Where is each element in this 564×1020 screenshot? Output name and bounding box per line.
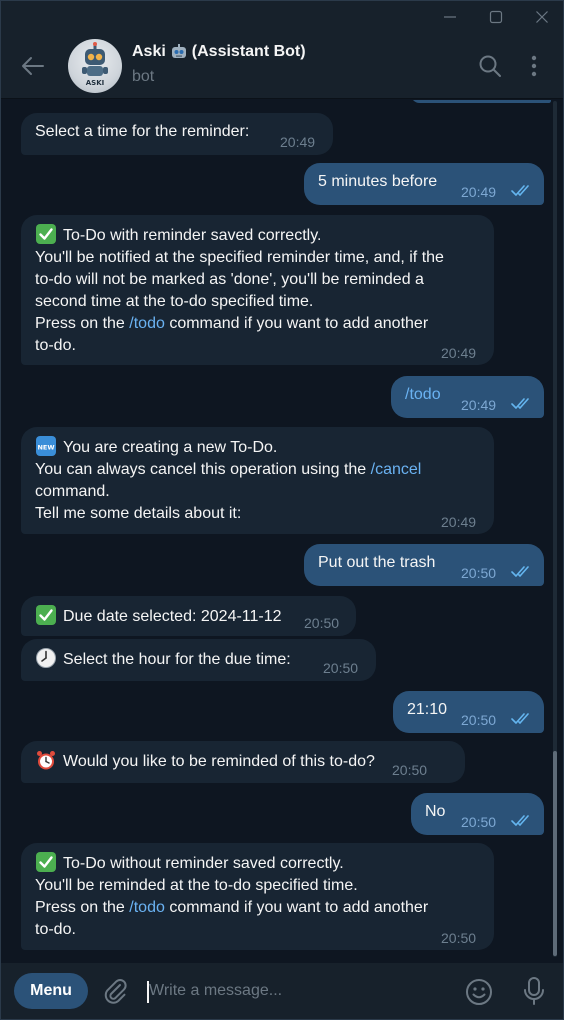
message-time: 20:49 bbox=[461, 184, 497, 200]
message-out: /todo 20:49 bbox=[391, 376, 544, 418]
message-line: command if you want to add another bbox=[164, 899, 429, 916]
message-time: 20:49 bbox=[441, 345, 477, 361]
robot-emoji-icon bbox=[171, 44, 186, 58]
read-ticks-icon bbox=[511, 398, 529, 409]
message-text: Select a time for the reminder: bbox=[35, 123, 250, 140]
message-text: Due date selected: 2024-11-12 bbox=[63, 608, 282, 625]
todo-command-link[interactable]: /todo bbox=[129, 899, 165, 916]
message-out: 5 minutes before 20:49 bbox=[304, 163, 544, 205]
message-text: Select the hour for the due time: bbox=[63, 651, 291, 668]
clock-icon bbox=[36, 648, 56, 668]
read-ticks-icon bbox=[511, 185, 529, 196]
message-text: 21:10 bbox=[407, 701, 448, 718]
message-text: Would you like to be reminded of this to… bbox=[63, 753, 375, 770]
svg-text:ASKI: ASKI bbox=[86, 79, 105, 87]
message-line: You are creating a new To-Do. bbox=[63, 439, 278, 456]
svg-text:NEW: NEW bbox=[37, 444, 54, 452]
message-line: command. bbox=[35, 483, 110, 500]
message-line: to-do. bbox=[35, 921, 76, 938]
message-line: Tell me some details about it: bbox=[35, 505, 242, 522]
message-out: No 20:50 bbox=[411, 793, 544, 835]
cancel-command-link[interactable]: /cancel bbox=[371, 461, 422, 478]
message-time: 20:50 bbox=[461, 814, 497, 830]
check-mark-icon bbox=[36, 852, 56, 872]
message-time: 20:50 bbox=[323, 660, 359, 676]
message-time: 20:50 bbox=[392, 762, 428, 778]
message-time: 20:49 bbox=[441, 514, 477, 530]
message-in: To-Do without reminder saved correctly. … bbox=[21, 843, 494, 950]
message-text: No bbox=[425, 803, 446, 820]
message-composer: Menu bbox=[1, 963, 563, 1019]
message-in: Select a time for the reminder: 20:49 bbox=[21, 113, 333, 155]
check-mark-icon bbox=[36, 605, 56, 625]
message-list[interactable]: Select a time for the reminder: 20:49 5 … bbox=[1, 100, 563, 962]
microphone-icon[interactable] bbox=[520, 976, 548, 1006]
read-ticks-icon bbox=[511, 815, 529, 826]
message-input[interactable] bbox=[149, 976, 439, 1006]
maximize-icon[interactable] bbox=[473, 1, 519, 33]
todo-command-link[interactable]: /todo bbox=[129, 315, 165, 332]
message-out-partial bbox=[411, 100, 551, 103]
new-badge-icon: NEW bbox=[36, 436, 56, 456]
read-ticks-icon bbox=[511, 713, 529, 724]
alarm-clock-icon bbox=[37, 751, 55, 770]
message-time: 20:50 bbox=[304, 615, 340, 631]
message-time: 20:50 bbox=[441, 930, 477, 946]
message-line: command if you want to add another bbox=[164, 315, 429, 332]
message-line: You can always cancel this operation usi… bbox=[35, 461, 371, 478]
title-bar bbox=[1, 1, 563, 33]
message-in: Would you like to be reminded of this to… bbox=[21, 741, 465, 783]
message-text: 5 minutes before bbox=[318, 173, 438, 190]
message-time: 20:49 bbox=[461, 397, 497, 413]
message-line: to-do. bbox=[35, 337, 76, 354]
message-line: to-do will not be marked as 'done', you'… bbox=[35, 271, 424, 288]
chat-status: bot bbox=[132, 68, 155, 85]
todo-command-link[interactable]: /todo bbox=[405, 386, 441, 403]
message-line: Press on the bbox=[35, 899, 130, 916]
message-in: Select the hour for the due time: 20:50 bbox=[21, 639, 376, 681]
back-arrow-icon[interactable] bbox=[19, 52, 47, 80]
message-in: Due date selected: 2024-11-12 20:50 bbox=[21, 596, 356, 636]
close-icon[interactable] bbox=[519, 1, 564, 33]
chat-title: Aski (Assistant Bot) bbox=[132, 43, 306, 61]
chat-title-name: Aski bbox=[132, 43, 166, 60]
minimize-icon[interactable] bbox=[427, 1, 473, 33]
message-line: To-Do without reminder saved correctly. bbox=[63, 855, 344, 872]
message-out: 21:10 20:50 bbox=[393, 691, 544, 733]
message-time: 20:49 bbox=[280, 134, 316, 150]
message-in: NEW You are creating a new To-Do. You can… bbox=[21, 427, 494, 534]
read-ticks-icon bbox=[511, 566, 529, 577]
paperclip-icon[interactable] bbox=[101, 977, 129, 1005]
message-time: 20:50 bbox=[461, 565, 497, 581]
message-line: second time at the to-do specified time. bbox=[35, 293, 314, 310]
message-line: You'll be notified at the specified remi… bbox=[35, 249, 444, 266]
message-in: To-Do with reminder saved correctly. You… bbox=[21, 215, 494, 365]
message-line: You'll be reminded at the to-do specifie… bbox=[35, 877, 358, 894]
emoji-icon[interactable] bbox=[464, 977, 494, 1007]
check-mark-icon bbox=[36, 224, 56, 244]
bot-menu-button[interactable]: Menu bbox=[14, 973, 88, 1009]
message-line: To-Do with reminder saved correctly. bbox=[63, 227, 322, 244]
more-vertical-icon[interactable] bbox=[520, 52, 548, 80]
chat-title-suffix: (Assistant Bot) bbox=[191, 43, 306, 60]
chat-header: ASKI Aski (Assistant Bot) bot bbox=[1, 33, 563, 99]
message-text: Put out the trash bbox=[318, 554, 436, 571]
message-out: Put out the trash 20:50 bbox=[304, 544, 544, 586]
scrollbar-thumb[interactable] bbox=[553, 751, 557, 956]
message-line: Press on the bbox=[35, 315, 130, 332]
telegram-window: ASKI Aski (Assistant Bot) bot Select a t… bbox=[0, 0, 564, 1020]
message-time: 20:50 bbox=[461, 712, 497, 728]
bot-avatar[interactable]: ASKI bbox=[68, 39, 122, 93]
search-icon[interactable] bbox=[476, 52, 504, 80]
